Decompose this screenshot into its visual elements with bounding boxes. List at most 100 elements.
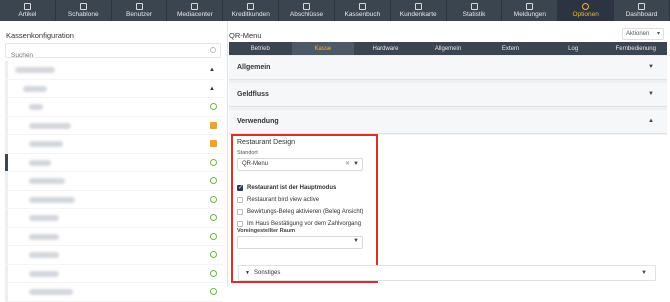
nav-optionen[interactable]: Optionen — [558, 0, 615, 21]
tree-indent-bar — [5, 227, 8, 245]
status-ok-icon — [210, 288, 217, 295]
tree-item[interactable]: ▲ — [5, 61, 223, 80]
blurred-label — [29, 215, 59, 221]
tab-extern[interactable]: Extern — [479, 42, 542, 55]
nav-kassenbuch[interactable]: Kassenbuch — [335, 0, 391, 21]
tree-indent-bar — [5, 61, 8, 79]
section-allgemein[interactable]: Allgemein ▼ — [229, 56, 667, 80]
tree-indent-bar — [5, 283, 8, 301]
checkbox-label: Bewirtungs-Beleg aktivieren (Beleg Ansic… — [247, 209, 364, 215]
media-icon — [191, 3, 199, 10]
status-ok-icon — [210, 177, 217, 184]
nav-label: Artikel — [18, 11, 37, 18]
checkbox-bewirtungsbeleg[interactable]: Bewirtungs-Beleg aktivieren (Beleg Ansic… — [237, 208, 377, 218]
checkbox-box[interactable] — [237, 209, 243, 215]
tree-item[interactable] — [5, 172, 223, 191]
tree-item[interactable] — [5, 264, 223, 283]
blurred-label — [29, 196, 75, 203]
tab-betrieb[interactable]: Betrieb — [229, 42, 292, 55]
raum-select[interactable]: ▼ — [237, 236, 363, 249]
tree-item[interactable] — [5, 227, 223, 246]
nav-label: Kassenbuch — [344, 11, 381, 18]
tab-kasse[interactable]: Kasse — [291, 42, 355, 55]
checkbox-bird-view[interactable]: Restaurant bird view active — [237, 196, 377, 206]
gear-icon — [582, 3, 590, 10]
checkbox-hauptmodus[interactable]: Restaurant ist der Hauptmodus — [237, 184, 377, 194]
tree-indent-bar — [5, 172, 8, 190]
tree-item[interactable] — [5, 116, 223, 135]
status-ok-icon — [210, 103, 217, 110]
status-warning-icon — [210, 121, 217, 129]
chevron-up-icon[interactable]: ▲ — [648, 118, 654, 124]
blurred-label — [29, 104, 43, 110]
checkbox-box[interactable] — [237, 221, 243, 227]
nav-schablone[interactable]: Schablone — [56, 0, 112, 21]
nav-label: Statistik — [462, 11, 486, 18]
tree-item[interactable] — [5, 98, 223, 117]
tab-log[interactable]: Log — [542, 42, 605, 55]
nav-abschluesse[interactable]: Abschlüsse — [279, 0, 335, 21]
config-tree: ▲ ▲ — [5, 61, 223, 302]
nav-kundenkarte[interactable]: Kundenkarte — [391, 0, 447, 21]
nav-label: Schablone — [67, 11, 99, 18]
tree-indent-bar — [5, 209, 8, 227]
article-icon — [23, 3, 31, 10]
chevron-down-icon[interactable]: ▼ — [648, 64, 654, 70]
blurred-label — [23, 85, 47, 92]
credit-customers-icon — [247, 3, 255, 10]
tree-item[interactable]: ▲ — [5, 79, 223, 98]
status-ok-icon — [210, 269, 217, 277]
expand-triangle-icon[interactable]: ▼ — [245, 270, 250, 276]
nav-label: Mediacenter — [177, 11, 213, 18]
nav-label: Dashboard — [625, 11, 658, 18]
nav-label: Optionen — [572, 11, 599, 18]
tab-hardware[interactable]: Hardware — [354, 42, 417, 55]
section-sonstiges[interactable]: ▼ Sonstiges ▼ — [238, 265, 656, 281]
nav-dashboard[interactable]: Dashboard — [614, 0, 670, 21]
clear-icon[interactable]: ✕ — [345, 159, 350, 170]
nav-benutzer[interactable]: Benutzer — [112, 0, 168, 21]
tree-item[interactable] — [5, 209, 223, 228]
section-title: Geldfluss — [237, 91, 269, 98]
nav-artikel[interactable]: Artikel — [0, 0, 56, 21]
collapse-caret-icon[interactable]: ▲ — [209, 86, 215, 92]
section-title: Sonstiges — [254, 270, 281, 276]
nav-statistik[interactable]: Statistik — [447, 0, 503, 21]
standort-select[interactable]: QR-Menu ✕ ▼ — [237, 158, 363, 171]
tree-item-selected[interactable] — [5, 153, 223, 172]
chevron-down-icon[interactable]: ▼ — [641, 270, 647, 276]
tree-indent-bar — [5, 98, 8, 116]
blurred-label — [29, 141, 63, 147]
nav-label: Kundenkarte — [399, 11, 437, 18]
checkbox-box[interactable] — [237, 197, 243, 203]
nav-mediacenter[interactable]: Mediacenter — [167, 0, 224, 21]
tree-item[interactable] — [5, 246, 223, 265]
tree-item[interactable] — [5, 135, 223, 154]
checkbox-box[interactable] — [237, 184, 243, 192]
nav-meldungen[interactable]: Meldungen — [502, 0, 559, 21]
blurred-label — [29, 270, 59, 277]
chevron-down-icon[interactable]: ▼ — [648, 91, 654, 97]
blurred-label — [29, 178, 65, 184]
cashbook-icon — [358, 3, 366, 10]
page-title: QR-Menu — [229, 31, 262, 40]
status-ok-icon — [210, 251, 217, 258]
tab-fernbedienung[interactable]: Fernbedienung — [604, 42, 667, 55]
tab-allgemein[interactable]: Allgemein — [417, 42, 480, 55]
chevron-down-icon[interactable]: ▼ — [353, 238, 359, 244]
settings-content: Allgemein ▼ Geldfluss ▼ Verwendung ▲ Res… — [229, 55, 667, 287]
chevron-down-icon[interactable]: ▼ — [353, 159, 359, 170]
status-ok-icon — [210, 195, 217, 203]
restaurant-design-heading: Restaurant Design — [237, 139, 295, 146]
collapse-caret-icon[interactable]: ▲ — [209, 67, 215, 73]
blurred-label — [29, 289, 73, 295]
section-geldfluss[interactable]: Geldfluss ▼ — [229, 83, 667, 107]
aktionen-dropdown[interactable]: Aktionen — [622, 28, 664, 40]
tree-item[interactable] — [5, 283, 223, 302]
blurred-label — [29, 233, 59, 240]
checkbox-label: Restaurant ist der Hauptmodus — [247, 185, 337, 191]
search-icon[interactable] — [210, 47, 216, 53]
tree-indent-bar — [5, 116, 8, 134]
tree-item[interactable] — [5, 190, 223, 209]
nav-kreditkunden[interactable]: Kreditkunden — [223, 0, 280, 21]
